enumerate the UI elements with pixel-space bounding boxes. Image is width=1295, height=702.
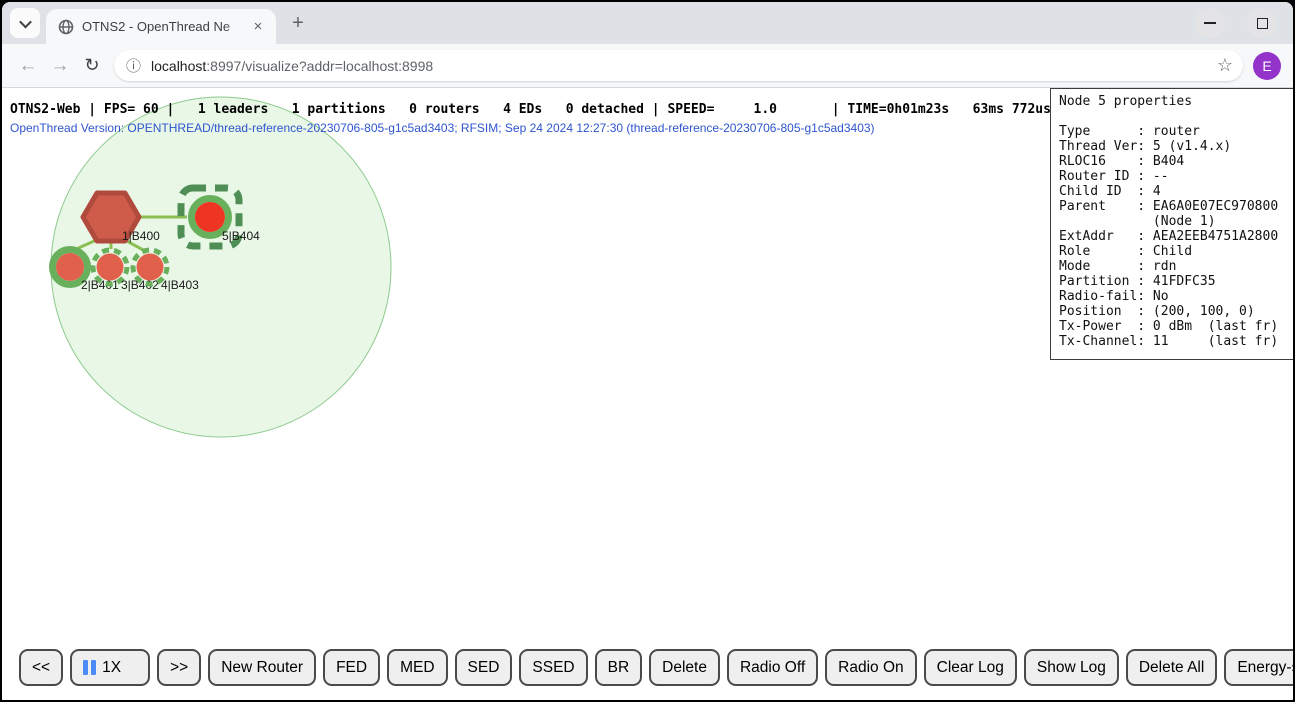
- button-label: Radio Off: [740, 659, 805, 677]
- button-label: BR: [608, 659, 630, 677]
- node-label: 5|B404: [222, 229, 260, 243]
- minimize-button[interactable]: [1195, 8, 1225, 38]
- node-properties-panel: Node 5 properties Type : router Thread V…: [1050, 88, 1293, 360]
- pause-icon: [83, 660, 96, 675]
- browser-toolbar: ← → ↻ ⓘ localhost:8997/visualize?addr=lo…: [2, 44, 1293, 88]
- button-br[interactable]: BR: [595, 649, 643, 686]
- button-label: 1X: [102, 659, 121, 677]
- site-info-icon[interactable]: ⓘ: [126, 55, 141, 76]
- button-fed[interactable]: FED: [323, 649, 380, 686]
- node-core: [195, 202, 225, 232]
- button-label: >>: [170, 659, 188, 677]
- minimize-icon: [1204, 22, 1216, 24]
- forward-button[interactable]: →: [44, 50, 76, 82]
- button-energy-stats[interactable]: Energy-stats ↗: [1224, 649, 1293, 686]
- button-show-log[interactable]: Show Log: [1024, 649, 1119, 686]
- button-sed[interactable]: SED: [455, 649, 513, 686]
- button-radio-on[interactable]: Radio On: [825, 649, 916, 686]
- button-med[interactable]: MED: [387, 649, 447, 686]
- button-label: MED: [400, 659, 434, 677]
- button-label: New Router: [221, 659, 303, 677]
- tab-otns2[interactable]: OTNS2 - OpenThread Ne ×: [46, 9, 276, 44]
- action-bar: << 1X >> New Router FED MED SED SSED BR Delete Rad…: [19, 649, 1293, 686]
- button-label: Delete: [662, 659, 707, 677]
- chevron-down-icon: [19, 15, 32, 28]
- bookmark-star-icon[interactable]: ☆: [1217, 55, 1233, 76]
- button-delete-all[interactable]: Delete All: [1126, 649, 1217, 686]
- button-label: Show Log: [1037, 659, 1106, 677]
- node-core: [97, 254, 124, 281]
- button-label: Clear Log: [937, 659, 1004, 677]
- url-text: localhost:8997/visualize?addr=localhost:…: [151, 58, 1209, 74]
- browser-window: OTNS2 - OpenThread Ne × + ← → ↻ ⓘ localh…: [0, 0, 1295, 702]
- reload-button[interactable]: ↻: [76, 50, 108, 82]
- button-btn[interactable]: >>: [157, 649, 201, 686]
- tab-search-button[interactable]: [10, 8, 40, 38]
- button-label: <<: [32, 659, 50, 677]
- button-label: SED: [468, 659, 500, 677]
- tab-close-icon[interactable]: ×: [248, 17, 268, 37]
- url-path: :8997/visualize?addr=localhost:8998: [206, 58, 433, 74]
- button-clear-log[interactable]: Clear Log: [924, 649, 1017, 686]
- tab-strip: OTNS2 - OpenThread Ne × +: [2, 2, 1293, 44]
- globe-icon: [58, 19, 74, 35]
- node-label: 4|B403: [161, 278, 199, 292]
- button-label: Energy-stats ↗: [1237, 658, 1293, 677]
- node-core: [137, 254, 164, 281]
- button-label: Delete All: [1139, 659, 1204, 677]
- node-properties-title: Node 5 properties: [1059, 94, 1289, 109]
- button-1x[interactable]: 1X: [70, 649, 150, 686]
- back-button[interactable]: ←: [12, 50, 44, 82]
- button-label: SSED: [532, 659, 574, 677]
- button-delete[interactable]: Delete: [649, 649, 720, 686]
- url-host: localhost: [151, 58, 206, 74]
- maximize-button[interactable]: [1247, 8, 1277, 38]
- button-btn[interactable]: <<: [19, 649, 63, 686]
- visualizer-page: 1|B4005|B4042|B4013|B4024|B403 OTNS2-Web…: [2, 88, 1293, 700]
- node-label: 1|B400: [122, 229, 160, 243]
- button-label: Radio On: [838, 659, 903, 677]
- new-tab-button[interactable]: +: [284, 9, 312, 37]
- window-controls: [1195, 8, 1277, 38]
- node-core: [56, 253, 84, 281]
- tab-title: OTNS2 - OpenThread Ne: [82, 19, 234, 34]
- node-properties-body: Type : router Thread Ver: 5 (v1.4.x) RLO…: [1059, 124, 1289, 349]
- avatar[interactable]: E: [1253, 52, 1281, 80]
- simulation-status-line: OTNS2-Web | FPS= 60 | 1 leaders 1 partit…: [10, 102, 1051, 117]
- maximize-icon: [1257, 18, 1268, 29]
- button-new-router[interactable]: New Router: [208, 649, 316, 686]
- address-bar[interactable]: ⓘ localhost:8997/visualize?addr=localhos…: [114, 50, 1243, 81]
- button-ssed[interactable]: SSED: [519, 649, 587, 686]
- button-label: FED: [336, 659, 367, 677]
- version-line: OpenThread Version: OPENTHREAD/thread-re…: [10, 121, 875, 135]
- button-radio-off[interactable]: Radio Off: [727, 649, 818, 686]
